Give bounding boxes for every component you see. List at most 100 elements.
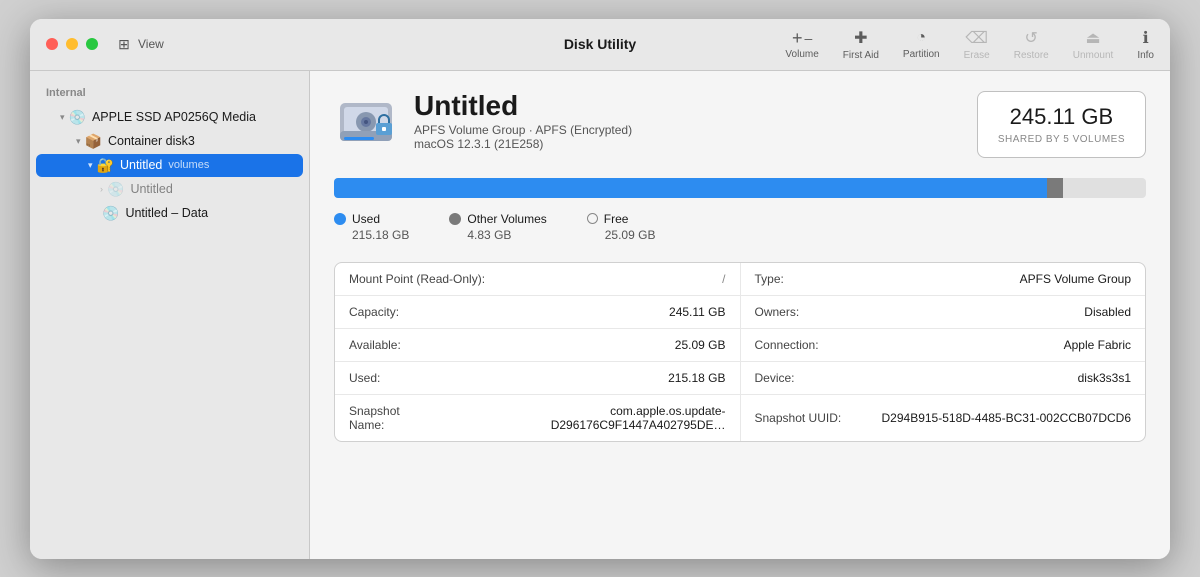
other-value: 4.83 GB	[449, 228, 546, 242]
minimize-button[interactable]	[66, 38, 78, 50]
info-cell-left: Capacity: 245.11 GB	[335, 296, 740, 328]
info-key-left: Used:	[349, 371, 380, 385]
info-key-right: Type:	[755, 272, 784, 286]
volume-info: Untitled APFS Volume Group · APFS (Encry…	[414, 91, 977, 152]
usage-legend: Used 215.18 GB Other Volumes 4.83 GB Fre…	[334, 212, 1146, 242]
info-key-right: Owners:	[755, 305, 800, 319]
first-aid-label: First Aid	[843, 50, 879, 61]
info-value-left: 215.18 GB	[668, 371, 725, 385]
sidebar-item-ssd[interactable]: ▾ 💿 APPLE SSD AP0256Q Media	[36, 106, 303, 129]
free-label: Free	[604, 212, 629, 226]
used-dot	[334, 213, 346, 225]
sidebar-item-untitled-data[interactable]: 💿 Untitled – Data	[36, 202, 303, 225]
main-panel: Untitled APFS Volume Group · APFS (Encry…	[310, 71, 1170, 559]
partition-icon: ◔	[916, 29, 926, 47]
unmount-icon: ⏏	[1085, 28, 1100, 48]
lock-volume-icon: 🔐	[97, 157, 114, 174]
traffic-lights	[46, 38, 98, 50]
view-icon: ⊞	[114, 36, 134, 52]
volume-label: Volume	[785, 49, 818, 60]
partition-label: Partition	[903, 49, 940, 60]
info-value-right: APFS Volume Group	[1020, 272, 1131, 286]
volume-header: Untitled APFS Volume Group · APFS (Encry…	[334, 91, 1146, 158]
close-button[interactable]	[46, 38, 58, 50]
info-cell-left: Used: 215.18 GB	[335, 362, 740, 394]
info-cell-right: Connection: Apple Fabric	[740, 329, 1146, 361]
erase-icon: ⌫	[965, 28, 988, 48]
info-key-left: Mount Point (Read-Only):	[349, 272, 485, 286]
sidebar: Internal ▾ 💿 APPLE SSD AP0256Q Media ▾ 📦…	[30, 71, 310, 559]
info-value-right: D294B915-518D-4485-BC31-002CCB07DCD6	[882, 411, 1131, 425]
add-icon: +	[792, 29, 803, 47]
table-row: Available: 25.09 GB Connection: Apple Fa…	[335, 329, 1145, 362]
info-key-left: Snapshot Name:	[349, 404, 438, 432]
info-value-right: Disabled	[1084, 305, 1131, 319]
partition-button[interactable]: ◔ Partition	[903, 29, 940, 60]
legend-used: Used 215.18 GB	[334, 212, 409, 242]
info-key-right: Device:	[755, 371, 795, 385]
free-dot	[587, 213, 598, 224]
info-cell-left: Mount Point (Read-Only): /	[335, 263, 740, 295]
table-row: Mount Point (Read-Only): / Type: APFS Vo…	[335, 263, 1145, 296]
sidebar-item-untitled-label: Untitled	[120, 158, 162, 172]
volume-size-number: 245.11 GB	[998, 104, 1125, 130]
volume-icon	[334, 91, 398, 155]
add-remove-volume-button[interactable]: + – Volume	[785, 29, 818, 60]
unmount-button[interactable]: ⏏ Unmount	[1073, 28, 1114, 61]
chevron-right-icon: ›	[100, 184, 103, 194]
container-icon: 📦	[85, 133, 102, 150]
maximize-button[interactable]	[86, 38, 98, 50]
disk-icon: 💿	[107, 181, 124, 198]
view-label: View	[138, 37, 164, 51]
volumes-badge: volumes	[168, 159, 209, 171]
remove-icon: –	[804, 31, 812, 45]
ssd-icon: 💿	[69, 109, 86, 126]
restore-button[interactable]: ↺ Restore	[1014, 28, 1049, 61]
legend-free: Free 25.09 GB	[587, 212, 656, 242]
table-row: Snapshot Name: com.apple.os.update-D2961…	[335, 395, 1145, 441]
info-value-right: Apple Fabric	[1064, 338, 1131, 352]
info-table: Mount Point (Read-Only): / Type: APFS Vo…	[334, 262, 1146, 442]
sidebar-item-ssd-label: APPLE SSD AP0256Q Media	[92, 110, 256, 124]
chevron-down-icon: ▾	[88, 160, 93, 171]
usage-bar	[334, 178, 1146, 198]
other-label: Other Volumes	[467, 212, 546, 226]
usage-bar-other	[1047, 178, 1063, 198]
restore-label: Restore	[1014, 50, 1049, 61]
table-row: Capacity: 245.11 GB Owners: Disabled	[335, 296, 1145, 329]
legend-other: Other Volumes 4.83 GB	[449, 212, 546, 242]
first-aid-icon: ✚	[854, 28, 867, 48]
erase-button[interactable]: ⌫ Erase	[964, 28, 990, 61]
view-control[interactable]: ⊞ View	[114, 36, 164, 52]
info-button[interactable]: ℹ Info	[1137, 28, 1154, 61]
used-value: 215.18 GB	[334, 228, 409, 242]
titlebar: ⊞ View Disk Utility + – Volume ✚ First A…	[30, 19, 1170, 71]
chevron-down-icon: ▾	[60, 112, 65, 123]
info-value-left: com.apple.os.update-D296176C9F1447A40279…	[438, 404, 726, 432]
info-key-left: Capacity:	[349, 305, 399, 319]
usage-bar-used	[334, 178, 1047, 198]
info-value-left: 25.09 GB	[675, 338, 726, 352]
info-cell-right: Owners: Disabled	[740, 296, 1146, 328]
volume-name: Untitled	[414, 91, 977, 122]
sidebar-item-container[interactable]: ▾ 📦 Container disk3	[36, 130, 303, 153]
info-cell-right: Type: APFS Volume Group	[740, 263, 1146, 295]
info-label: Info	[1137, 50, 1154, 61]
window-title: Disk Utility	[564, 36, 636, 52]
unmount-label: Unmount	[1073, 50, 1114, 61]
volume-size-box: 245.11 GB SHARED BY 5 VOLUMES	[977, 91, 1146, 158]
sidebar-item-untitled-volumes[interactable]: ▾ 🔐 Untitled volumes	[36, 154, 303, 177]
sidebar-item-untitled-child-label: Untitled	[130, 182, 172, 196]
volume-size-label: SHARED BY 5 VOLUMES	[998, 134, 1125, 145]
sidebar-section-internal: Internal	[30, 83, 309, 105]
first-aid-button[interactable]: ✚ First Aid	[843, 28, 879, 61]
chevron-down-icon: ▾	[76, 136, 81, 147]
volume-subtitle: APFS Volume Group · APFS (Encrypted)	[414, 123, 977, 137]
info-cell-left: Snapshot Name: com.apple.os.update-D2961…	[335, 395, 740, 441]
info-cell-right: Device: disk3s3s1	[740, 362, 1146, 394]
volume-os: macOS 12.3.1 (21E258)	[414, 137, 977, 151]
disk-data-icon: 💿	[102, 205, 119, 222]
sidebar-item-untitled-child[interactable]: › 💿 Untitled	[36, 178, 303, 201]
restore-icon: ↺	[1025, 28, 1038, 48]
info-value-right: disk3s3s1	[1078, 371, 1131, 385]
